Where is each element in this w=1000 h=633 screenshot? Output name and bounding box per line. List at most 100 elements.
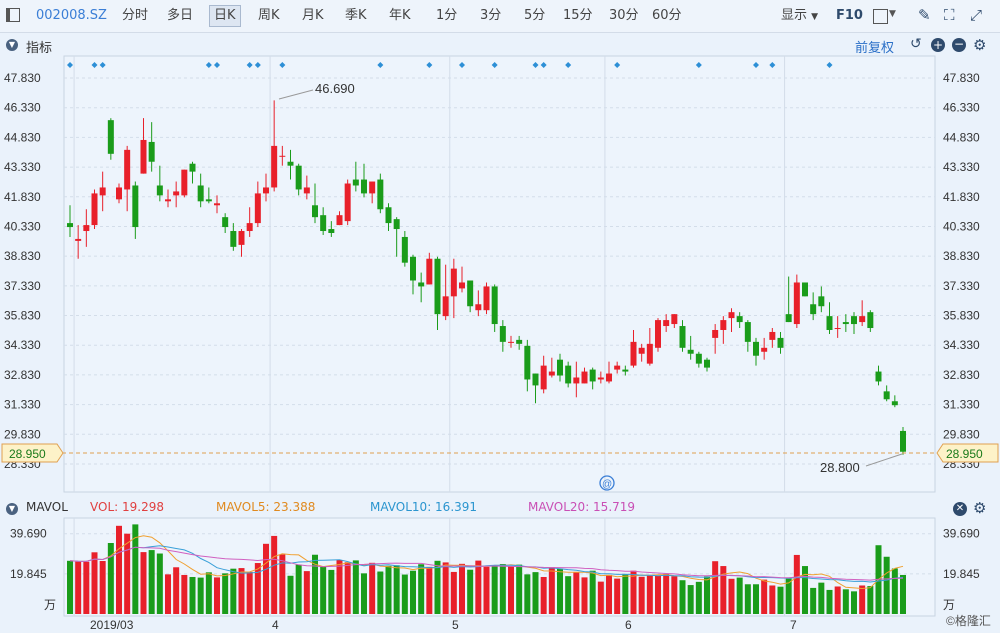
candle-body bbox=[499, 326, 506, 342]
candle-body bbox=[320, 215, 327, 232]
candle-body bbox=[720, 320, 727, 330]
volume-bar bbox=[361, 573, 367, 614]
volume-bar bbox=[728, 578, 735, 614]
price-tick-right: 40.330 bbox=[943, 219, 980, 233]
volume-bar bbox=[769, 585, 776, 614]
volume-bar bbox=[124, 533, 131, 614]
volume-bar bbox=[459, 563, 465, 614]
price-tick-right: 46.330 bbox=[943, 101, 980, 115]
candle-body bbox=[263, 187, 269, 194]
candle-body bbox=[753, 341, 759, 356]
volume-bar bbox=[842, 589, 849, 614]
candle-body bbox=[344, 183, 351, 222]
candle-body bbox=[450, 268, 457, 297]
volume-bar bbox=[597, 581, 604, 614]
candle-body bbox=[900, 430, 906, 452]
candle-body bbox=[279, 155, 286, 157]
volume-bar bbox=[263, 543, 269, 614]
candle-body bbox=[246, 223, 253, 232]
volume-bar bbox=[181, 574, 188, 614]
volume-bar bbox=[450, 571, 457, 614]
volume-bar bbox=[573, 571, 580, 614]
volume-bar bbox=[254, 563, 261, 614]
volume-bar bbox=[810, 587, 817, 614]
candle-body bbox=[483, 286, 490, 311]
price-tick-left: 44.830 bbox=[4, 130, 41, 144]
price-tick-right: 34.330 bbox=[943, 338, 980, 352]
volume-bar bbox=[222, 573, 229, 614]
candle-body bbox=[328, 229, 335, 233]
price-tick-left: 43.330 bbox=[4, 160, 41, 174]
candle-body bbox=[663, 320, 670, 327]
volume-bar bbox=[736, 577, 743, 614]
volume-bar bbox=[499, 564, 506, 614]
candle-body bbox=[875, 371, 882, 382]
price-tick-right: 44.830 bbox=[943, 130, 980, 144]
volume-bar bbox=[426, 566, 433, 614]
candle-body bbox=[75, 238, 82, 241]
volume-bar bbox=[663, 573, 670, 614]
kline-chart[interactable]: 47.830 47.830 46.330 46.330 44.830 44.830 43.3… bbox=[0, 0, 1000, 633]
price-tick-left: 29.830 bbox=[4, 427, 41, 441]
candle-body bbox=[540, 365, 547, 390]
volume-bar bbox=[467, 569, 474, 614]
price-tick-right: 47.830 bbox=[943, 71, 980, 85]
candle-body bbox=[736, 316, 743, 323]
candle-body bbox=[83, 225, 90, 232]
candle-body bbox=[254, 193, 261, 224]
candle-body bbox=[597, 377, 604, 380]
candle-body bbox=[810, 304, 817, 315]
candle-body bbox=[132, 185, 139, 228]
candle-body bbox=[91, 193, 98, 226]
candle-body bbox=[238, 231, 245, 245]
volume-bar bbox=[442, 562, 449, 614]
volume-bar bbox=[401, 574, 408, 614]
volume-bar bbox=[271, 535, 278, 614]
candle-body bbox=[312, 205, 318, 218]
candle-body bbox=[181, 169, 188, 196]
volume-bar bbox=[246, 571, 253, 614]
volume-bar bbox=[744, 584, 751, 614]
at-marker-glyph: @ bbox=[602, 479, 612, 490]
candle-body bbox=[842, 322, 849, 325]
volume-bar bbox=[883, 556, 890, 614]
x-axis-label: 7 bbox=[790, 618, 797, 632]
volume-bar bbox=[785, 578, 792, 614]
price-tick-left: 31.330 bbox=[4, 398, 41, 412]
x-axis-label: 5 bbox=[452, 618, 459, 632]
candle-body bbox=[548, 371, 555, 376]
candle-body bbox=[679, 326, 686, 348]
candle-body bbox=[883, 391, 890, 400]
candle-body bbox=[704, 359, 710, 368]
price-tick-left: 41.830 bbox=[4, 190, 41, 204]
candle-body bbox=[214, 203, 220, 206]
volume-bar bbox=[508, 566, 514, 614]
candle-body bbox=[377, 179, 384, 210]
volume-bar bbox=[418, 564, 425, 614]
candle-body bbox=[712, 329, 719, 338]
candle-body bbox=[826, 316, 833, 330]
candle-body bbox=[303, 187, 310, 194]
volume-bar bbox=[140, 552, 147, 614]
volume-bar bbox=[614, 578, 621, 614]
candle-body bbox=[475, 304, 482, 311]
volume-bar bbox=[695, 581, 702, 614]
volume-bar bbox=[116, 525, 122, 614]
price-tick-left: 46.330 bbox=[4, 101, 41, 115]
volume-bar bbox=[777, 586, 784, 614]
x-axis-label: 6 bbox=[625, 618, 632, 632]
volume-bar bbox=[303, 571, 310, 614]
volume-tick-left: 19.845 bbox=[10, 567, 47, 581]
candle-body bbox=[777, 337, 784, 348]
candle-body bbox=[173, 191, 180, 196]
volume-bar bbox=[491, 565, 498, 614]
price-tick-right: 37.330 bbox=[943, 279, 980, 293]
candle-body bbox=[434, 258, 441, 315]
candle-body bbox=[769, 331, 776, 340]
candle-body bbox=[459, 282, 465, 289]
volume-bar bbox=[336, 559, 343, 614]
volume-bar bbox=[891, 568, 898, 614]
candle-body bbox=[573, 377, 580, 384]
candle-body bbox=[532, 373, 539, 386]
price-tick-right: 43.330 bbox=[943, 160, 980, 174]
